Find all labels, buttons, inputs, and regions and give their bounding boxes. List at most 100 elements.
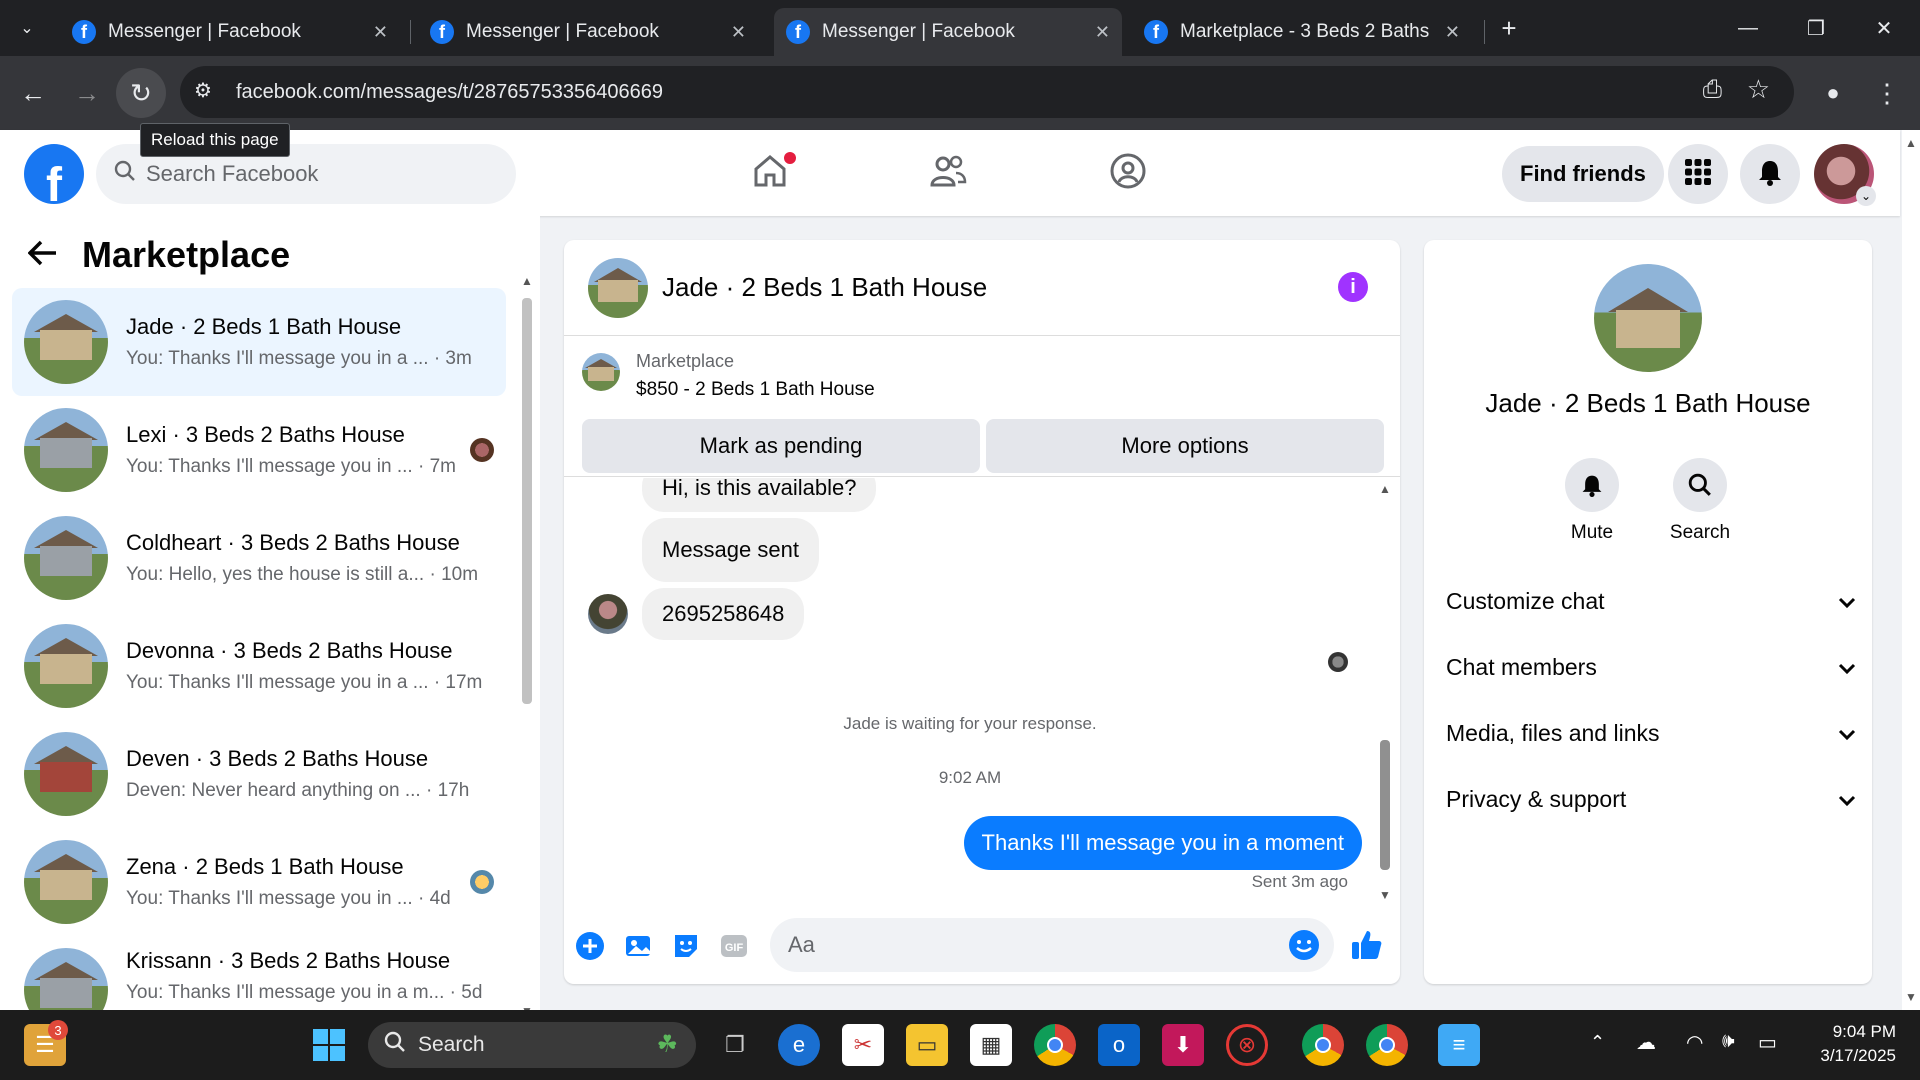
scroll-down-icon[interactable]: ▼	[1905, 990, 1917, 1004]
chat-title[interactable]: Jade · 2 Beds 1 Bath House	[662, 272, 987, 303]
install-app-icon[interactable]: ⎙	[1703, 76, 1722, 104]
volume-icon[interactable]: 🕪	[1722, 1030, 1735, 1053]
search-conversation-button[interactable]: Search	[1660, 458, 1740, 544]
chrome-menu-button[interactable]: ⋮	[1862, 68, 1912, 118]
photo-icon[interactable]	[622, 930, 654, 962]
snipping-tool-icon[interactable]: ✂	[842, 1024, 884, 1066]
new-tab-button[interactable]: +	[1492, 8, 1526, 48]
tab-2[interactable]: f Messenger | Facebook ✕	[418, 8, 758, 56]
task-view-icon[interactable]: ❐	[714, 1024, 756, 1066]
sidebar-scrollbar[interactable]: ▲ ▼	[520, 274, 534, 1018]
notifications-button[interactable]	[1740, 144, 1800, 204]
menu-button[interactable]	[1668, 144, 1728, 204]
tab-4[interactable]: f Marketplace - 3 Beds 2 Baths H ✕	[1132, 8, 1472, 56]
account-chevron-icon[interactable]: ⌄	[1856, 186, 1876, 206]
sender-avatar[interactable]	[588, 594, 628, 634]
emoji-icon[interactable]	[1288, 929, 1320, 967]
incoming-message[interactable]: 2695258648	[642, 588, 805, 640]
thumbs-up-icon[interactable]	[1348, 926, 1386, 964]
customize-chat-section[interactable]: Customize chat	[1446, 568, 1856, 634]
taskbar-search-input[interactable]: Search ☘	[368, 1022, 696, 1068]
chat-members-section[interactable]: Chat members	[1446, 634, 1856, 700]
tab-3-active[interactable]: f Messenger | Facebook ✕	[774, 8, 1122, 56]
chat-listing-thumbnail[interactable]	[588, 257, 648, 318]
listing-title[interactable]: $850 - 2 Beds 1 Bath House	[636, 379, 875, 401]
close-icon[interactable]: ✕	[1095, 22, 1110, 43]
system-clock[interactable]: 9:04 PM 3/17/2025	[1820, 1020, 1896, 1068]
download-app-icon[interactable]: ⬇	[1162, 1024, 1204, 1066]
friends-nav[interactable]	[920, 148, 976, 198]
listing-thumbnail-small[interactable]	[582, 353, 620, 391]
scrollbar-thumb[interactable]	[1380, 740, 1390, 870]
scroll-down-icon[interactable]: ▼	[1379, 888, 1391, 902]
incoming-message[interactable]: Hi, is this available?	[642, 478, 877, 512]
wifi-icon[interactable]: ◠	[1686, 1030, 1703, 1055]
address-bar[interactable]: ⚙ facebook.com/messages/t/28765753356406…	[180, 66, 1794, 118]
conversation-item[interactable]: Deven · 3 Beds 2 Baths House Deven: Neve…	[12, 720, 506, 828]
start-windows-icon[interactable]	[308, 1024, 350, 1066]
edge-icon[interactable]: e	[778, 1024, 820, 1066]
back-button[interactable]: ←	[8, 68, 58, 118]
mark-as-pending-button[interactable]: Mark as pending	[582, 419, 980, 473]
file-explorer-icon[interactable]: ▭	[906, 1024, 948, 1066]
listing-thumbnail	[24, 948, 108, 1010]
chevron-up-icon[interactable]: ⌃	[1590, 1032, 1605, 1053]
groups-nav[interactable]	[1100, 148, 1156, 198]
close-icon[interactable]: ✕	[731, 22, 746, 43]
grid-menu-icon	[1684, 158, 1712, 191]
media-files-links-section[interactable]: Media, files and links	[1446, 700, 1856, 766]
conversation-item[interactable]: Coldheart · 3 Beds 2 Baths House You: He…	[12, 504, 506, 612]
sticker-icon[interactable]	[670, 930, 702, 962]
minimize-button[interactable]: —	[1716, 0, 1780, 56]
scroll-up-icon[interactable]: ▲	[521, 274, 533, 288]
reload-button[interactable]: ↻	[116, 68, 166, 118]
back-arrow-icon[interactable]	[27, 240, 58, 271]
red-app-icon[interactable]: ⊗	[1226, 1024, 1268, 1066]
close-window-button[interactable]: ✕	[1852, 0, 1916, 56]
battery-icon[interactable]: ▭	[1758, 1030, 1777, 1055]
chevron-down-icon	[1838, 786, 1856, 813]
plus-circle-icon[interactable]	[574, 930, 606, 962]
profile-button[interactable]: ●	[1808, 68, 1858, 118]
more-options-button[interactable]: More options	[986, 419, 1384, 473]
conversation-item[interactable]: Lexi · 3 Beds 2 Baths House You: Thanks …	[12, 396, 506, 504]
mute-button[interactable]: Mute	[1552, 458, 1632, 544]
conversation-item[interactable]: Jade · 2 Beds 1 Bath House You: Thanks I…	[12, 288, 506, 396]
conversation-item[interactable]: Krissann · 3 Beds 2 Baths House You: Tha…	[12, 936, 506, 1010]
gif-icon[interactable]: GIF	[718, 930, 750, 962]
site-info-icon[interactable]: ⚙	[194, 78, 212, 103]
message-input[interactable]: Aa	[770, 918, 1334, 972]
notepad-icon[interactable]: ≡	[1438, 1024, 1480, 1066]
incoming-message[interactable]: Message sent	[642, 518, 819, 582]
reload-icon: ↻	[130, 77, 152, 108]
tab-search-button[interactable]: ⌄	[10, 8, 44, 48]
chevron-down-icon: ⌄	[20, 20, 34, 37]
scroll-up-icon[interactable]: ▲	[1905, 136, 1917, 150]
chrome-profile-icon[interactable]	[1366, 1024, 1408, 1066]
privacy-support-section[interactable]: Privacy & support	[1446, 766, 1856, 832]
close-icon[interactable]: ✕	[373, 22, 388, 43]
scrollbar-thumb[interactable]	[522, 298, 532, 704]
find-friends-button[interactable]: Find friends	[1502, 146, 1664, 202]
restore-button[interactable]: ❐	[1784, 0, 1848, 56]
search-label: Search	[1669, 522, 1731, 543]
outlook-icon[interactable]: o	[1098, 1024, 1140, 1066]
chrome-profile-icon[interactable]	[1302, 1024, 1344, 1066]
chat-scrollbar[interactable]: ▲ ▼	[1378, 482, 1392, 902]
chrome-icon[interactable]	[1034, 1024, 1076, 1066]
home-nav[interactable]	[742, 148, 798, 198]
facebook-logo-icon[interactable]: f	[24, 144, 84, 204]
scroll-up-icon[interactable]: ▲	[1379, 482, 1391, 496]
conversation-item[interactable]: Devonna · 3 Beds 2 Baths House You: Than…	[12, 612, 506, 720]
microsoft-store-icon[interactable]: ▦	[970, 1024, 1012, 1066]
cloud-icon[interactable]: ☁	[1636, 1030, 1656, 1055]
conversation-item[interactable]: Zena · 2 Beds 1 Bath House You: Thanks I…	[12, 828, 506, 936]
forward-button[interactable]: →	[62, 68, 112, 118]
page-scrollbar[interactable]: ▲ ▼	[1902, 130, 1920, 1010]
info-icon[interactable]: i	[1338, 272, 1368, 302]
close-icon[interactable]: ✕	[1445, 22, 1460, 43]
bookmark-star-icon[interactable]: ☆	[1747, 74, 1770, 105]
tab-1[interactable]: f Messenger | Facebook ✕	[60, 8, 400, 56]
details-listing-thumbnail[interactable]	[1594, 264, 1702, 372]
outgoing-message[interactable]: Thanks I'll message you in a moment	[963, 816, 1362, 870]
